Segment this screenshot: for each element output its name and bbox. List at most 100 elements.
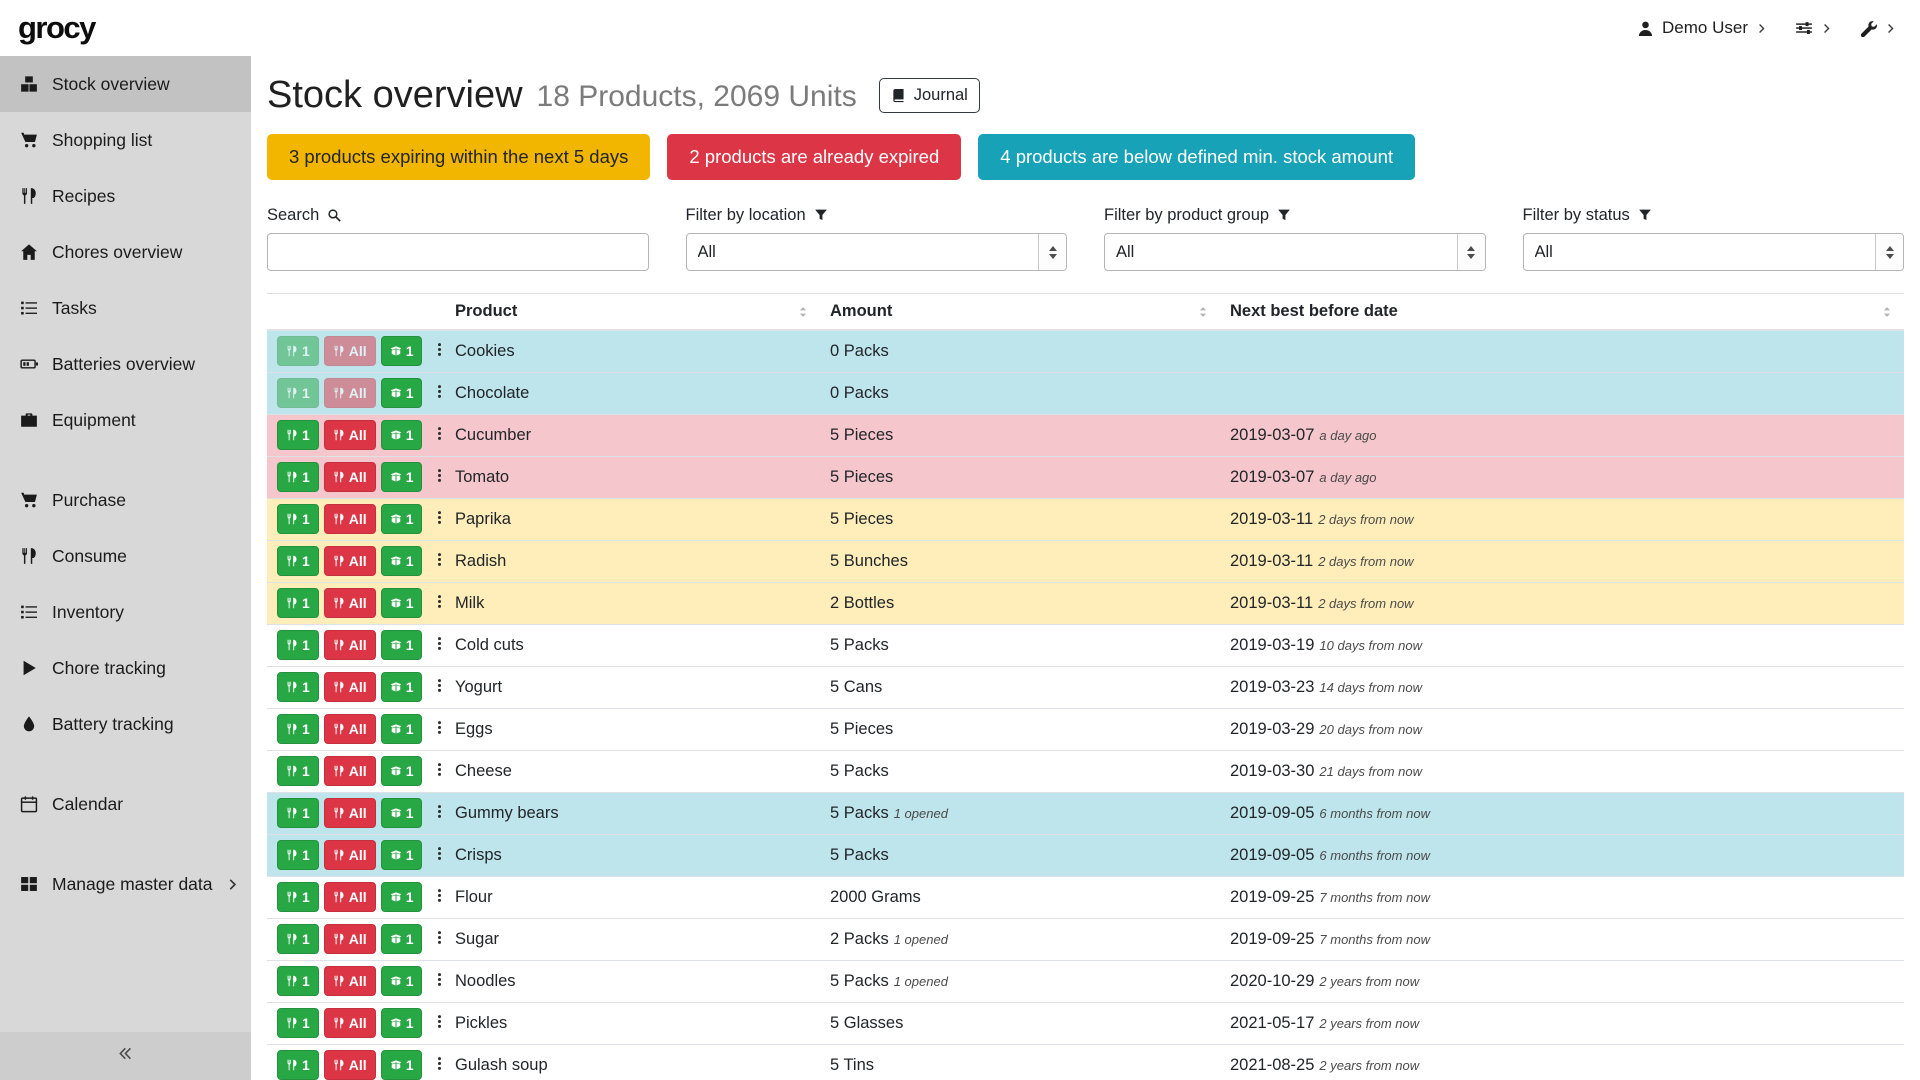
open-one-button[interactable]: 1 (381, 924, 423, 954)
consume-one-button[interactable]: 1 (277, 882, 319, 912)
date-column-header[interactable]: Next best before date (1220, 294, 1904, 331)
row-menu-button[interactable] (427, 382, 452, 404)
open-one-button[interactable]: 1 (381, 1050, 423, 1080)
settings-menu[interactable] (1795, 19, 1832, 37)
consume-all-button[interactable]: All (324, 1050, 376, 1080)
filter-by-status-select[interactable]: All (1523, 233, 1905, 271)
sidebar-item-equipment[interactable]: Equipment (0, 392, 251, 448)
consume-all-button[interactable]: All (324, 672, 376, 702)
row-menu-button[interactable] (427, 424, 452, 446)
consume-one-button[interactable]: 1 (277, 504, 319, 534)
sidebar-item-calendar[interactable]: Calendar (0, 776, 251, 832)
row-menu-button[interactable] (427, 844, 452, 866)
amount-column-header[interactable]: Amount (820, 294, 1220, 331)
consume-all-button[interactable]: All (324, 336, 376, 366)
sidebar-item-inventory[interactable]: Inventory (0, 584, 251, 640)
row-menu-button[interactable] (427, 760, 452, 782)
consume-all-button[interactable]: All (324, 840, 376, 870)
expiring-products-alert[interactable]: 3 products expiring within the next 5 da… (267, 134, 650, 180)
consume-all-button[interactable]: All (324, 462, 376, 492)
consume-all-button[interactable]: All (324, 630, 376, 660)
consume-one-button[interactable]: 1 (277, 924, 319, 954)
open-one-button[interactable]: 1 (381, 630, 423, 660)
consume-one-button[interactable]: 1 (277, 546, 319, 576)
row-menu-button[interactable] (427, 466, 452, 488)
row-menu-button[interactable] (427, 928, 452, 950)
open-one-button[interactable]: 1 (381, 420, 423, 450)
sidebar-item-stock-overview[interactable]: Stock overview (0, 56, 251, 112)
open-one-button[interactable]: 1 (381, 336, 423, 366)
row-menu-button[interactable] (427, 1054, 452, 1076)
filter-by-location-select[interactable]: All (686, 233, 1068, 271)
app-logo[interactable]: grocy (18, 10, 95, 46)
consume-one-button[interactable]: 1 (277, 756, 319, 786)
expired-products-alert[interactable]: 2 products are already expired (667, 134, 961, 180)
consume-all-button[interactable]: All (324, 1008, 376, 1038)
open-one-button[interactable]: 1 (381, 882, 423, 912)
row-menu-button[interactable] (427, 634, 452, 656)
row-menu-button[interactable] (427, 592, 452, 614)
consume-all-button[interactable]: All (324, 420, 376, 450)
consume-one-button[interactable]: 1 (277, 672, 319, 702)
consume-all-button[interactable]: All (324, 378, 376, 408)
admin-menu[interactable] (1860, 20, 1896, 37)
consume-all-button[interactable]: All (324, 504, 376, 534)
row-menu-button[interactable] (427, 802, 452, 824)
search-input[interactable] (267, 233, 649, 271)
consume-all-button[interactable]: All (324, 714, 376, 744)
open-one-button[interactable]: 1 (381, 714, 423, 744)
consume-one-button[interactable]: 1 (277, 378, 319, 408)
consume-all-button[interactable]: All (324, 546, 376, 576)
consume-all-button[interactable]: All (324, 756, 376, 786)
consume-all-button[interactable]: All (324, 798, 376, 828)
consume-one-button[interactable]: 1 (277, 420, 319, 450)
consume-all-button[interactable]: All (324, 924, 376, 954)
consume-one-button[interactable]: 1 (277, 588, 319, 618)
open-one-button[interactable]: 1 (381, 798, 423, 828)
sidebar-collapse-button[interactable] (0, 1032, 251, 1080)
open-one-button[interactable]: 1 (381, 672, 423, 702)
sidebar-item-tasks[interactable]: Tasks (0, 280, 251, 336)
below-min-stock-alert[interactable]: 4 products are below defined min. stock … (978, 134, 1415, 180)
sidebar-item-consume[interactable]: Consume (0, 528, 251, 584)
open-one-button[interactable]: 1 (381, 1008, 423, 1038)
product-column-header[interactable]: Product (445, 294, 820, 331)
consume-one-button[interactable]: 1 (277, 798, 319, 828)
row-menu-button[interactable] (427, 1012, 452, 1034)
open-one-button[interactable]: 1 (381, 756, 423, 786)
consume-one-button[interactable]: 1 (277, 336, 319, 366)
sidebar-item-purchase[interactable]: Purchase (0, 472, 251, 528)
journal-button[interactable]: Journal (879, 78, 980, 113)
sidebar-item-chores-overview[interactable]: Chores overview (0, 224, 251, 280)
open-one-button[interactable]: 1 (381, 588, 423, 618)
sidebar-item-battery-tracking[interactable]: Battery tracking (0, 696, 251, 752)
user-menu[interactable]: Demo User (1637, 18, 1767, 38)
sidebar-item-shopping-list[interactable]: Shopping list (0, 112, 251, 168)
open-one-button[interactable]: 1 (381, 546, 423, 576)
open-one-button[interactable]: 1 (381, 378, 423, 408)
row-menu-button[interactable] (427, 886, 452, 908)
consume-one-button[interactable]: 1 (277, 966, 319, 996)
sidebar-item-chore-tracking[interactable]: Chore tracking (0, 640, 251, 696)
consume-one-button[interactable]: 1 (277, 462, 319, 492)
consume-one-button[interactable]: 1 (277, 1050, 319, 1080)
consume-one-button[interactable]: 1 (277, 840, 319, 870)
open-one-button[interactable]: 1 (381, 840, 423, 870)
sidebar-item-batteries-overview[interactable]: Batteries overview (0, 336, 251, 392)
row-menu-button[interactable] (427, 718, 452, 740)
row-menu-button[interactable] (427, 550, 452, 572)
row-menu-button[interactable] (427, 676, 452, 698)
consume-all-button[interactable]: All (324, 966, 376, 996)
consume-one-button[interactable]: 1 (277, 1008, 319, 1038)
row-menu-button[interactable] (427, 508, 452, 530)
consume-one-button[interactable]: 1 (277, 630, 319, 660)
consume-all-button[interactable]: All (324, 882, 376, 912)
consume-one-button[interactable]: 1 (277, 714, 319, 744)
row-menu-button[interactable] (427, 970, 452, 992)
sidebar-item-manage-master-data[interactable]: Manage master data (0, 856, 251, 912)
consume-all-button[interactable]: All (324, 588, 376, 618)
filter-by-product-group-select[interactable]: All (1104, 233, 1486, 271)
row-menu-button[interactable] (427, 340, 452, 362)
open-one-button[interactable]: 1 (381, 462, 423, 492)
sidebar-item-recipes[interactable]: Recipes (0, 168, 251, 224)
